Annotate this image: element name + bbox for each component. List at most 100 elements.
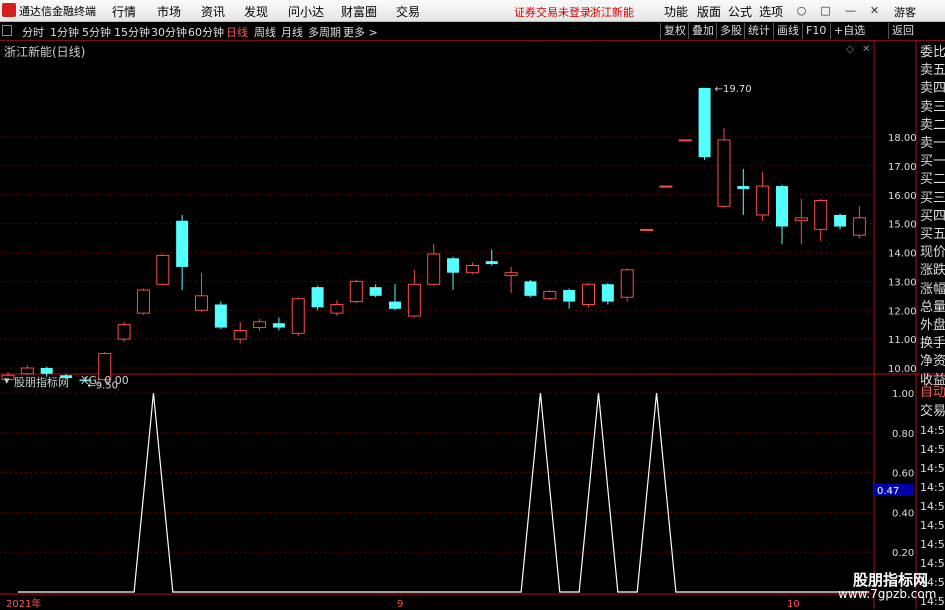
close-icon[interactable]: ✕ (868, 4, 881, 17)
candle (776, 184, 788, 244)
period-30min[interactable]: 30分钟 (151, 24, 187, 40)
candle-body (427, 253, 441, 285)
period-15min[interactable]: 15分钟 (114, 24, 150, 40)
candle-body (620, 269, 634, 298)
quote-field-label: 14:56 (920, 424, 945, 437)
quote-field-label: 买三 (920, 190, 945, 206)
indicator-tick-label: 0.80 (892, 429, 914, 440)
panel-toggle-icon[interactable] (2, 25, 12, 36)
candle-body (447, 258, 460, 273)
menu-zixun[interactable]: 资讯 (201, 3, 225, 20)
candle-body (214, 304, 227, 328)
period-fenshi[interactable]: 分时 (22, 24, 44, 40)
candle (678, 139, 692, 142)
candle (563, 288, 576, 309)
quote-field-label: 买二 (920, 172, 945, 188)
menu-jiaoyi[interactable]: 交易 (396, 3, 420, 20)
period-toolbar: 分时 1分钟 5分钟 15分钟 30分钟 60分钟 日线 周线 月线 多周期 更… (0, 22, 945, 41)
search-icon[interactable]: ○ (795, 4, 808, 17)
price-tick-label: 17.00 (888, 162, 917, 173)
candle-body (776, 186, 788, 227)
menu-xuanxiang[interactable]: 选项 (759, 3, 783, 20)
chart-area[interactable]: 18.00 17.00 16.00 15.00 14.00 13.00 12.00 11.00… (0, 40, 945, 609)
guest-label[interactable]: 游客 (894, 4, 916, 20)
tool-zixuan[interactable]: +自选 (830, 23, 865, 39)
indicator-line (18, 392, 870, 593)
chart-expand-icon[interactable]: ◇ (846, 44, 854, 55)
login-status[interactable]: 证券交易未登录 (514, 4, 591, 20)
tool-fanhui[interactable]: 返回 (888, 23, 914, 39)
candle-body (389, 301, 401, 309)
tool-duogu[interactable]: 多股 (716, 23, 742, 39)
candle-body (524, 281, 537, 296)
candle-body (543, 290, 557, 300)
watermark-url: www.7gpzb.com (838, 587, 937, 601)
price-tick-label: 18.00 (888, 133, 917, 144)
candle-body (814, 200, 828, 230)
candle (427, 243, 441, 286)
quote-field-label: 现价 (920, 245, 945, 261)
message-icon[interactable]: □ (819, 4, 832, 17)
candle-body (698, 87, 711, 158)
quote-field-label: 买五 (920, 227, 945, 242)
tool-diejia[interactable]: 叠加 (688, 23, 714, 39)
candle (176, 214, 189, 291)
quote-field-label: 自动 (920, 385, 945, 400)
period-daily[interactable]: 日线 (226, 24, 248, 40)
price-tick-label: 14.00 (888, 249, 917, 260)
candle-body (349, 280, 363, 303)
candle-body (737, 186, 750, 189)
candle (717, 128, 731, 208)
quote-field-label: 14:56 (920, 538, 945, 551)
menu-wenxiaoda[interactable]: 问小达 (288, 3, 324, 20)
minimize-icon[interactable]: — (844, 4, 857, 17)
menu-gongneng[interactable]: 功能 (664, 3, 688, 20)
menu-faxian[interactable]: 发现 (244, 3, 268, 20)
candle-body (176, 220, 189, 267)
menu-shichang[interactable]: 市场 (157, 3, 181, 20)
candle-body (369, 287, 382, 296)
chart-close-icon[interactable]: ✕ (862, 44, 870, 55)
candle (117, 321, 131, 343)
period-5min[interactable]: 5分钟 (82, 24, 111, 40)
period-1min[interactable]: 1分钟 (50, 24, 79, 40)
menu-caifuquan[interactable]: 财富圈 (341, 3, 377, 20)
price-tick-label: 13.00 (888, 277, 917, 288)
indicator-axis: 1.00 0.80 0.60 0.40 0.20 (892, 389, 914, 559)
quote-field-label: 卖五 (920, 63, 945, 79)
candle-body (311, 287, 324, 308)
indicator-toggle-icon[interactable]: ▾ (4, 374, 10, 387)
candle (737, 168, 750, 215)
indicator-title[interactable]: 股朋指标网 (14, 374, 69, 390)
indicator-tick-label: 1.00 (892, 389, 914, 400)
candlestick-series (1, 87, 866, 383)
menu-hangqing[interactable]: 行情 (112, 3, 136, 20)
candle (834, 213, 847, 230)
period-monthly[interactable]: 月线 (281, 24, 303, 40)
price-tick-label: 15.00 (888, 220, 917, 231)
candle (640, 228, 654, 231)
tool-f10[interactable]: F10 (802, 23, 826, 39)
quote-field-label: 14:56 (920, 500, 945, 513)
period-60min[interactable]: 60分钟 (188, 24, 224, 40)
period-multi[interactable]: 多周期 (308, 24, 341, 40)
menu-banmian[interactable]: 版面 (697, 3, 721, 20)
candle (136, 288, 150, 315)
top-stock-name: 浙江新能 (590, 6, 634, 19)
candle-body (233, 329, 247, 340)
menu-gongshi[interactable]: 公式 (728, 3, 752, 20)
candle (698, 87, 711, 161)
price-axis: 18.00 17.00 16.00 15.00 14.00 13.00 12.00 11.00… (888, 133, 917, 375)
quote-field-label: 卖四 (920, 81, 945, 97)
tool-huaxian[interactable]: 画线 (773, 23, 799, 39)
period-weekly[interactable]: 周线 (254, 24, 276, 40)
chart-grid (0, 40, 945, 609)
period-more[interactable]: 更多 > (343, 24, 378, 40)
candle (311, 285, 324, 311)
tool-tongji[interactable]: 统计 (744, 23, 770, 39)
candle-body (465, 264, 479, 274)
quote-field-label: 买四 (920, 208, 945, 224)
quote-field-label: 14:56 (920, 519, 945, 532)
candle (214, 301, 227, 330)
tool-fuquan[interactable]: 复权 (660, 23, 686, 39)
